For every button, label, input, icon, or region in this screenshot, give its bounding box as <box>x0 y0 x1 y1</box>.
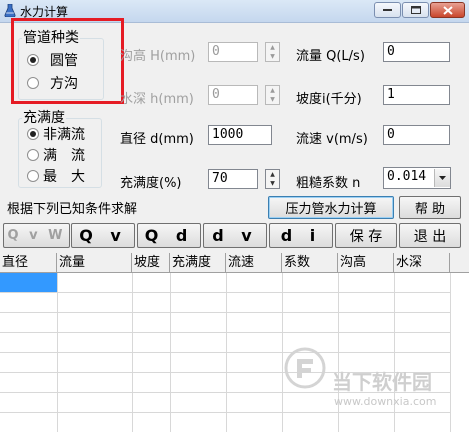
grid-line <box>338 273 339 432</box>
col-velocity[interactable]: 流速 <box>226 253 282 272</box>
radio-max-flow-label: 最 大 <box>43 169 85 185</box>
col-flow[interactable]: 流量 <box>57 253 132 272</box>
flow-input[interactable]: 0 <box>383 42 450 62</box>
table-header: 直径 流量 坡度 充满度 流速 系数 沟高 水深 <box>0 253 469 273</box>
close-button[interactable] <box>430 2 465 18</box>
solve-qd-button[interactable]: Q d <box>137 223 201 248</box>
radio-partial-flow-label: 非满流 <box>43 127 85 143</box>
exit-button[interactable]: 退 出 <box>399 223 461 248</box>
pressure-pipe-calc-button[interactable]: 压力管水力计算 <box>268 196 394 219</box>
roughness-dropdown-button[interactable] <box>434 169 450 187</box>
solve-qvw-button[interactable]: Q v W <box>3 223 70 248</box>
fullness-pct-input[interactable]: 70 <box>208 169 258 189</box>
solve-qv-button[interactable]: Q v <box>71 223 135 248</box>
col-fullness[interactable]: 充满度 <box>170 253 226 272</box>
col-slope[interactable]: 坡度 <box>132 253 170 272</box>
grid-line <box>0 412 450 413</box>
ditch-height-spinner[interactable]: ▲ ▼ <box>265 42 280 62</box>
velocity-input[interactable]: 0 <box>383 125 450 145</box>
grid-line <box>226 273 227 432</box>
watermark-name: 当下软件园 <box>332 370 432 394</box>
grid-line <box>0 292 450 293</box>
solve-hint-label: 根据下列已知条件求解 <box>7 202 138 217</box>
grid-line <box>450 273 451 432</box>
watermark-logo-icon <box>284 347 326 389</box>
grid-line <box>132 273 133 432</box>
slope-input[interactable]: 1 <box>383 85 450 105</box>
diameter-input[interactable]: 1000 <box>208 125 272 145</box>
fullness-pct-label: 充满度(%) <box>120 176 182 191</box>
app-flask-icon <box>4 4 16 17</box>
velocity-label: 流速 v(m/s) <box>296 132 368 147</box>
maximize-icon <box>410 6 421 14</box>
highlight-box <box>11 18 124 104</box>
grid-line <box>170 273 171 432</box>
flow-label: 流量 Q(L/s) <box>296 49 365 64</box>
grid-line <box>0 352 450 353</box>
col-water-depth[interactable]: 水深 <box>394 253 450 272</box>
water-depth-input[interactable]: 0 <box>208 85 258 105</box>
maximize-button[interactable] <box>402 2 429 18</box>
col-ditch-height[interactable]: 沟高 <box>338 253 394 272</box>
ditch-height-input[interactable]: 0 <box>208 42 258 62</box>
solve-dv-button[interactable]: d v <box>203 223 267 248</box>
grid-line <box>282 273 283 432</box>
water-depth-spinner[interactable]: ▲ ▼ <box>265 85 280 105</box>
radio-full-flow-label: 满 流 <box>43 148 85 164</box>
roughness-label: 粗糙系数 n <box>296 176 361 191</box>
fullness-pct-spinner[interactable]: ▲ ▼ <box>265 169 280 189</box>
chevron-down-icon <box>439 176 446 180</box>
ditch-height-label: 沟高 H(mm) <box>120 49 196 64</box>
grid-line <box>0 332 450 333</box>
save-button[interactable]: 保 存 <box>335 223 397 248</box>
slope-label: 坡度i(千分) <box>296 92 362 107</box>
grid-line <box>0 312 450 313</box>
water-depth-label: 水深 h(mm) <box>120 92 194 107</box>
diameter-label: 直径 d(mm) <box>120 132 194 147</box>
close-icon <box>442 5 453 15</box>
minimize-button[interactable] <box>374 2 401 18</box>
help-button[interactable]: 帮 助 <box>399 196 461 219</box>
col-diameter[interactable]: 直径 <box>0 253 57 272</box>
grid-line <box>57 273 58 432</box>
selected-cell[interactable] <box>0 273 57 292</box>
watermark-url: www.downxia.com <box>334 395 437 408</box>
minimize-icon <box>383 9 392 11</box>
radio-partial-flow[interactable] <box>27 128 39 140</box>
solve-di-button[interactable]: d i <box>269 223 333 248</box>
col-coefficient[interactable]: 系数 <box>282 253 338 272</box>
radio-full-flow[interactable] <box>27 149 39 161</box>
grid-line <box>394 273 395 432</box>
radio-max-flow[interactable] <box>27 170 39 182</box>
